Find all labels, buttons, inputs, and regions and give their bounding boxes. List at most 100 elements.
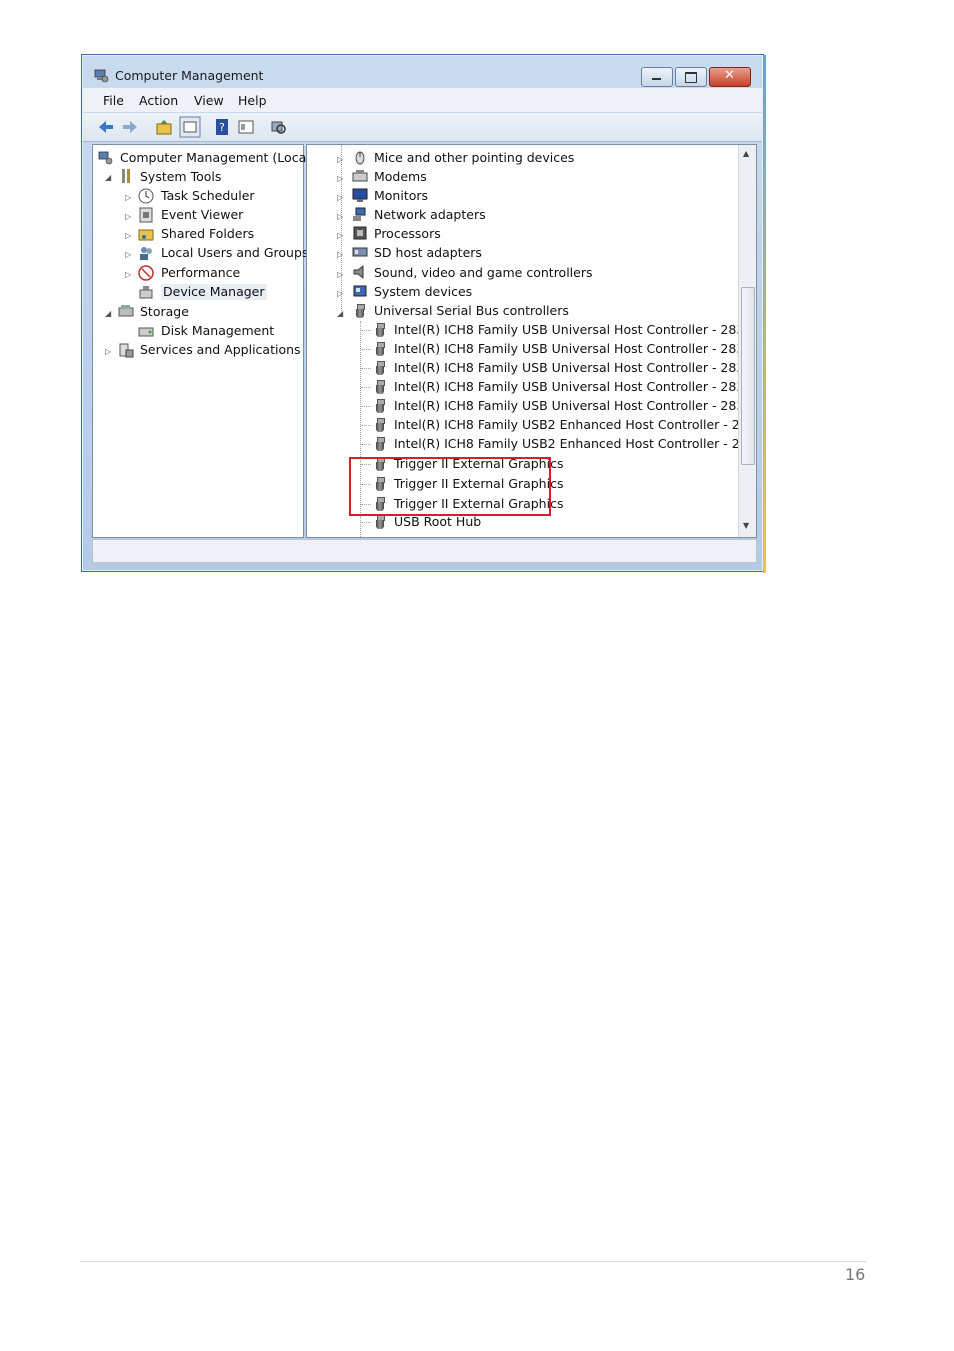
tree-item-device-manager[interactable]: Device Manager <box>161 284 267 300</box>
device-category-mice[interactable]: Mice and other pointing devices <box>374 150 574 166</box>
collapsed-triangle-icon[interactable]: ▷ <box>125 231 131 240</box>
collapsed-triangle-icon[interactable]: ▷ <box>337 193 343 202</box>
page-number: 16 <box>845 1265 866 1284</box>
computer-management-icon <box>98 151 113 165</box>
usb-icon <box>376 361 385 375</box>
device-category-system-devices[interactable]: System devices <box>374 284 472 300</box>
status-bar <box>92 539 757 563</box>
close-button[interactable]: ✕ <box>709 67 751 87</box>
device-category-usb-controllers[interactable]: Universal Serial Bus controllers <box>374 303 569 319</box>
collapsed-triangle-icon[interactable]: ▷ <box>337 174 343 183</box>
tree-item-services-and-applications[interactable]: Services and Applications <box>140 342 301 358</box>
collapsed-triangle-icon[interactable]: ▷ <box>337 270 343 279</box>
tree-item-system-tools[interactable]: System Tools <box>140 169 221 185</box>
device-usb2-controller-283a[interactable]: Intel(R) ICH8 Family USB2 Enhanced Host … <box>394 436 756 452</box>
device-usb-controller-2830[interactable]: Intel(R) ICH8 Family USB Universal Host … <box>394 322 752 338</box>
tree-item-local-users-and-groups[interactable]: Local Users and Groups <box>161 245 308 261</box>
tools-icon <box>122 169 130 183</box>
device-manager-icon <box>139 286 153 299</box>
sd-card-icon <box>352 247 368 257</box>
tree-item-task-scheduler[interactable]: Task Scheduler <box>161 188 255 204</box>
minimize-icon <box>652 78 661 80</box>
collapsed-triangle-icon[interactable]: ▷ <box>125 193 131 202</box>
collapsed-triangle-icon[interactable]: ▷ <box>125 250 131 259</box>
window-title: Computer Management <box>115 68 264 83</box>
device-usb-root-hub[interactable]: USB Root Hub <box>394 514 481 530</box>
device-usb-controller-2834[interactable]: Intel(R) ICH8 Family USB Universal Host … <box>394 379 752 395</box>
usb-icon <box>356 304 365 318</box>
menu-action[interactable]: Action <box>139 93 178 108</box>
scroll-down-arrow-icon[interactable]: ▼ <box>743 521 749 530</box>
usb-icon <box>376 380 385 394</box>
mouse-icon <box>355 151 365 165</box>
device-category-modems[interactable]: Modems <box>374 169 427 185</box>
tree-item-performance[interactable]: Performance <box>161 265 240 281</box>
collapsed-triangle-icon[interactable]: ▷ <box>337 231 343 240</box>
collapsed-triangle-icon[interactable]: ▷ <box>337 155 343 164</box>
maximize-button[interactable] <box>675 67 707 87</box>
show-hide-console-tree-icon[interactable] <box>179 116 201 138</box>
device-category-sd-host-adapters[interactable]: SD host adapters <box>374 245 482 261</box>
expanded-triangle-icon[interactable]: ◢ <box>105 173 111 182</box>
up-folder-icon[interactable] <box>155 118 173 136</box>
device-category-processors[interactable]: Processors <box>374 226 441 242</box>
usb-icon <box>376 342 385 356</box>
vertical-scrollbar[interactable]: ▲ ▼ <box>738 145 756 537</box>
performance-icon <box>138 265 154 281</box>
highlight-box <box>349 457 551 516</box>
device-usb2-controller-2836[interactable]: Intel(R) ICH8 Family USB2 Enhanced Host … <box>394 417 756 433</box>
svg-text:?: ? <box>219 121 225 134</box>
scrollbar-thumb[interactable] <box>741 287 755 465</box>
tree-item-disk-management[interactable]: Disk Management <box>161 323 274 339</box>
console-tree-pane[interactable]: Computer Management (Local) ◢ System Too… <box>92 144 315 538</box>
minimize-button[interactable] <box>641 67 673 87</box>
menu-file[interactable]: File <box>103 93 124 108</box>
device-category-network-adapters[interactable]: Network adapters <box>374 207 486 223</box>
event-viewer-icon <box>139 207 153 223</box>
collapsed-triangle-icon[interactable]: ▷ <box>337 289 343 298</box>
clock-icon <box>138 188 154 204</box>
properties-icon[interactable] <box>237 118 255 136</box>
usb-icon <box>376 515 385 529</box>
device-category-sound-video-game[interactable]: Sound, video and game controllers <box>374 265 593 281</box>
scroll-up-arrow-icon[interactable]: ▲ <box>743 149 749 158</box>
collapsed-triangle-icon[interactable]: ▷ <box>125 270 131 279</box>
help-icon[interactable]: ? <box>213 118 231 136</box>
usb-icon <box>376 437 385 451</box>
close-icon: ✕ <box>724 68 735 83</box>
usb-icon <box>376 418 385 432</box>
users-icon <box>140 247 152 260</box>
collapsed-triangle-icon[interactable]: ▷ <box>337 212 343 221</box>
disk-icon <box>138 327 154 337</box>
collapsed-triangle-icon[interactable]: ▷ <box>105 347 111 356</box>
menu-help[interactable]: Help <box>238 93 267 108</box>
expanded-triangle-icon[interactable]: ◢ <box>105 309 111 318</box>
collapsed-triangle-icon[interactable]: ▷ <box>125 212 131 221</box>
menu-bar: File Action View Help <box>83 88 762 112</box>
tree-item-shared-folders[interactable]: Shared Folders <box>161 226 254 242</box>
forward-arrow-icon[interactable] <box>121 118 139 136</box>
tree-item-storage[interactable]: Storage <box>140 304 189 320</box>
title-bar[interactable]: Computer Management ✕ <box>82 55 763 87</box>
collapsed-triangle-icon[interactable]: ▷ <box>337 250 343 259</box>
services-icon <box>119 343 134 358</box>
device-category-monitors[interactable]: Monitors <box>374 188 428 204</box>
usb-icon <box>376 399 385 413</box>
tree-item-computer-management[interactable]: Computer Management (Local) <box>120 150 315 166</box>
processor-icon <box>353 226 367 240</box>
network-icon <box>353 207 366 221</box>
back-arrow-icon[interactable] <box>97 118 115 136</box>
speaker-icon <box>353 264 364 280</box>
footer-divider <box>80 1261 866 1262</box>
tree-item-event-viewer[interactable]: Event Viewer <box>161 207 243 223</box>
toolbar: ? <box>83 113 762 142</box>
device-usb-controller-2832[interactable]: Intel(R) ICH8 Family USB Universal Host … <box>394 360 752 376</box>
expanded-triangle-icon[interactable]: ◢ <box>337 309 343 318</box>
computer-management-window: Computer Management ✕ File Action View H… <box>81 54 766 573</box>
device-usb-controller-2831[interactable]: Intel(R) ICH8 Family USB Universal Host … <box>394 341 752 357</box>
usb-icon <box>376 323 385 337</box>
scan-hardware-icon[interactable] <box>269 118 287 136</box>
device-usb-controller-2835[interactable]: Intel(R) ICH8 Family USB Universal Host … <box>394 398 752 414</box>
maximize-icon <box>685 72 697 83</box>
menu-view[interactable]: View <box>194 93 224 108</box>
